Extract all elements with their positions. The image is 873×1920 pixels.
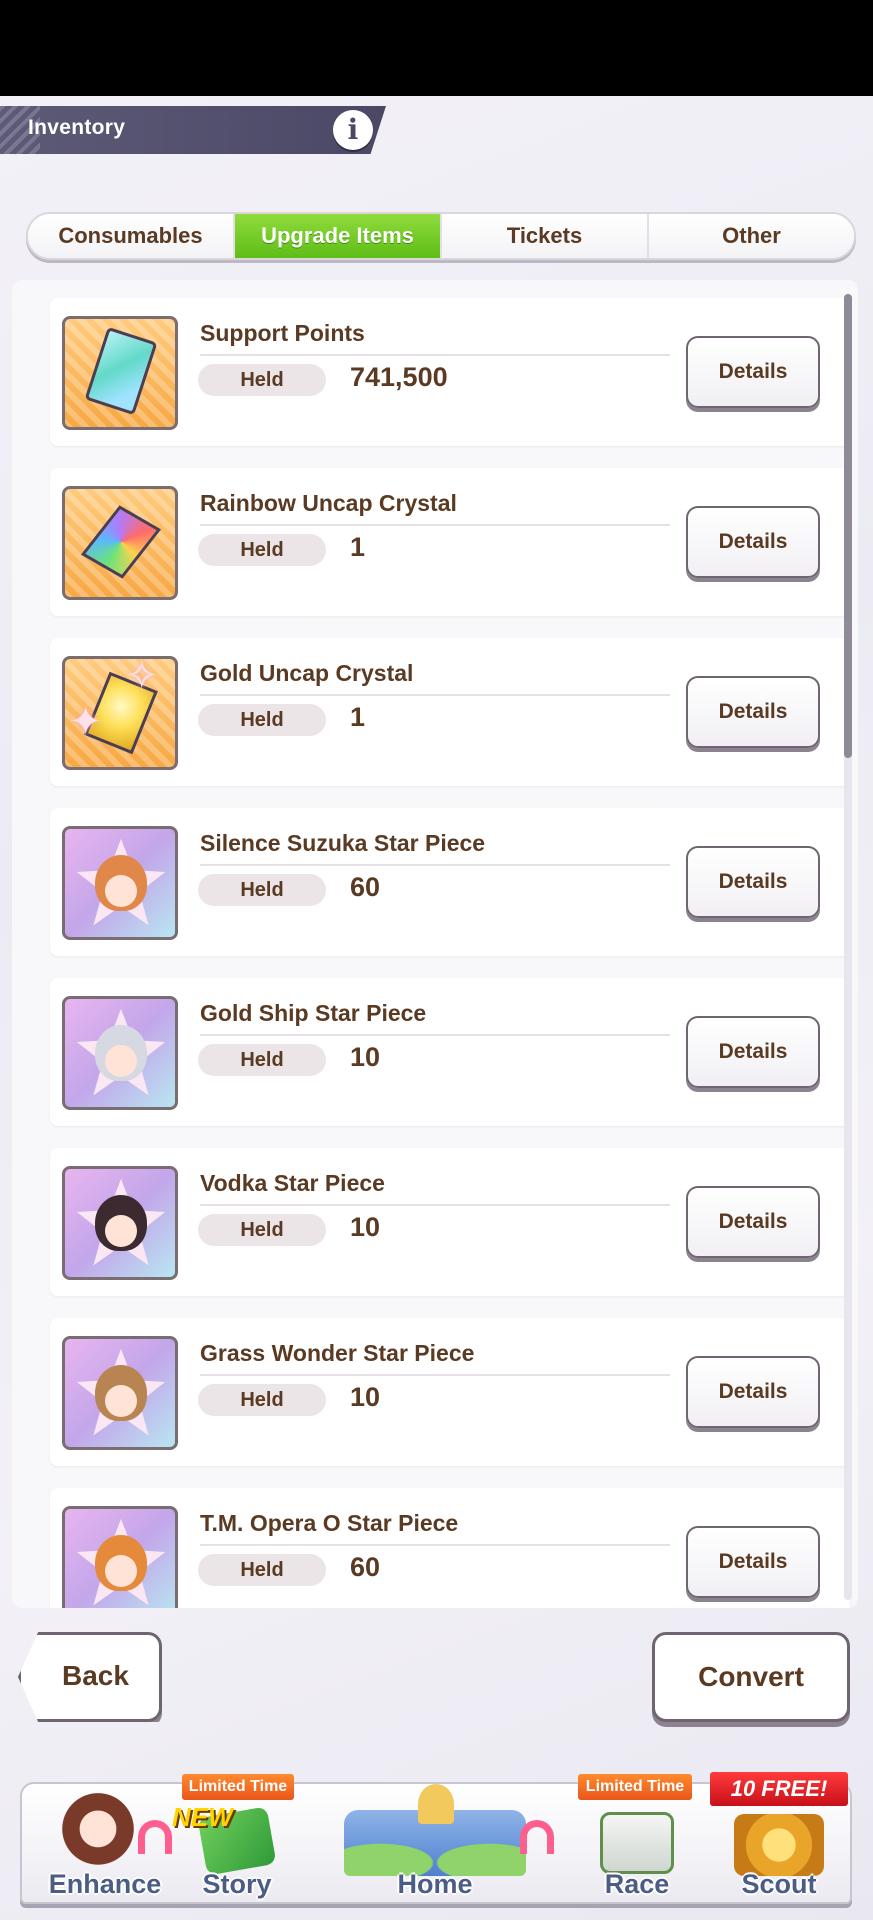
held-value: 10 [350,1212,381,1242]
list-item: Gold Ship Star Piece Held 10 Details [50,978,850,1126]
star-piece-icon [62,1336,178,1450]
horseshoe-icon [138,1820,172,1854]
category-tabs: Consumables Upgrade Items Tickets Other [26,212,856,260]
details-button[interactable]: Details [686,846,820,918]
list-item: ✦ ✧ Gold Uncap Crystal Held 1 Details [50,638,850,786]
limited-time-ribbon: Limited Time [182,1774,294,1800]
rainbow-crystal-icon [62,486,178,600]
enhance-character-icon [52,1792,144,1874]
held-value: 741,500 [350,362,448,392]
held-label: Held [198,1384,326,1416]
nav-enhance[interactable]: Enhance [30,1780,180,1904]
list-item: T.M. Opera O Star Piece Held 60 Details [50,1488,850,1608]
item-name: Vodka Star Piece [200,1170,385,1196]
held-label: Held [198,874,326,906]
details-button[interactable]: Details [686,506,820,578]
details-button[interactable]: Details [686,1016,820,1088]
divider [200,1544,670,1546]
convert-button[interactable]: Convert [652,1632,850,1722]
details-button[interactable]: Details [686,1526,820,1598]
held-label: Held [198,1554,326,1586]
info-icon[interactable]: i [333,110,373,150]
held-value: 60 [350,872,381,902]
nav-race[interactable]: Limited Time Race [572,1774,702,1904]
gold-crystal-icon: ✦ ✧ [62,656,178,770]
held-label: Held [198,364,326,396]
details-button[interactable]: Details [686,1186,820,1258]
nav-scout[interactable]: 10 FREE! Scout [706,1772,852,1904]
tab-consumables[interactable]: Consumables [28,214,235,258]
nav-home[interactable]: Home [320,1780,554,1904]
held-label: Held [198,1214,326,1246]
tab-other[interactable]: Other [649,214,854,258]
back-button-label[interactable]: Back [62,1660,129,1692]
item-name: Gold Uncap Crystal [200,660,414,686]
item-name: Rainbow Uncap Crystal [200,490,457,516]
scrollbar-thumb[interactable] [844,294,852,758]
status-bar [0,0,873,96]
page-title: Inventory [28,116,126,139]
divider [200,1374,670,1376]
held-value: 1 [350,532,366,562]
divider [200,694,670,696]
held-label: Held [198,704,326,736]
item-name: Grass Wonder Star Piece [200,1340,475,1366]
star-piece-icon [62,1506,178,1608]
details-button[interactable]: Details [686,1356,820,1428]
new-badge: NEW [172,1802,233,1832]
race-gate-icon [600,1812,674,1874]
held-value: 60 [350,1552,381,1582]
item-name: Silence Suzuka Star Piece [200,830,486,856]
tab-upgrade-items[interactable]: Upgrade Items [235,214,442,258]
divider [200,354,670,356]
item-list[interactable]: Support Points Held 741,500 Details Rain… [12,280,858,1608]
nav-home-label: Home [397,1869,473,1899]
divider [200,1034,670,1036]
star-piece-icon [62,996,178,1110]
nav-enhance-label: Enhance [48,1869,162,1899]
limited-time-ribbon: Limited Time [578,1774,692,1800]
divider [200,524,670,526]
nav-story-label: Story [202,1869,272,1899]
list-item: Vodka Star Piece Held 10 Details [50,1148,850,1296]
held-value: 10 [350,1382,381,1412]
nav-race-label: Race [604,1869,670,1899]
clock-tower-icon [418,1784,454,1824]
tab-tickets[interactable]: Tickets [442,214,649,258]
star-piece-icon [62,826,178,940]
item-name: Support Points [200,320,365,346]
held-value: 1 [350,702,366,732]
list-item: Grass Wonder Star Piece Held 10 Details [50,1318,850,1466]
held-label: Held [198,1044,326,1076]
held-label: Held [198,534,326,566]
list-item: Rainbow Uncap Crystal Held 1 Details [50,468,850,616]
nav-scout-label: Scout [741,1869,817,1899]
details-button[interactable]: Details [686,336,820,408]
item-name: T.M. Opera O Star Piece [200,1510,459,1536]
list-item: Silence Suzuka Star Piece Held 60 Detail… [50,808,850,956]
support-points-card-icon [62,316,178,430]
star-piece-icon [62,1166,178,1280]
details-button[interactable]: Details [686,676,820,748]
item-name: Gold Ship Star Piece [200,1000,427,1026]
free-ribbon: 10 FREE! [710,1772,848,1806]
divider [200,1204,670,1206]
list-item: Support Points Held 741,500 Details [50,298,850,446]
held-value: 10 [350,1042,381,1072]
scout-gate-icon [734,1814,824,1876]
horseshoe-icon [520,1820,554,1854]
nav-story[interactable]: Limited Time NEW Story [172,1774,302,1904]
divider [200,864,670,866]
